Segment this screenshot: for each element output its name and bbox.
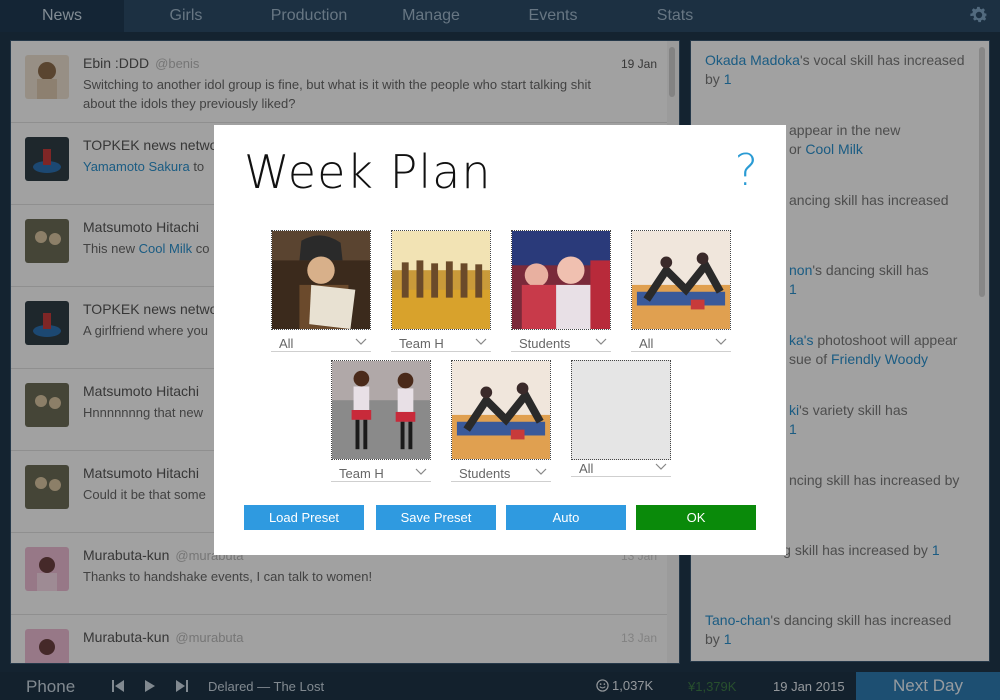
- slot-select[interactable]: All: [571, 461, 671, 477]
- slot-value: Students: [459, 466, 511, 481]
- schedule-slot[interactable]: Team H: [391, 230, 491, 352]
- dance-floor-image[interactable]: [631, 230, 731, 330]
- slot-select[interactable]: Team H: [391, 336, 491, 352]
- slot-select[interactable]: Students: [511, 336, 611, 352]
- load-preset-button[interactable]: Load Preset: [244, 505, 364, 530]
- auto-button[interactable]: Auto: [506, 505, 626, 530]
- dialog-title: Week Plan: [244, 145, 492, 199]
- slot-select[interactable]: All: [631, 336, 731, 352]
- dance-studio-image[interactable]: [391, 230, 491, 330]
- chevron-down-icon: [715, 338, 727, 345]
- slot-value: Team H: [399, 336, 444, 351]
- chevron-down-icon: [595, 338, 607, 345]
- schedule-slot[interactable]: Team H: [331, 360, 431, 482]
- help-icon[interactable]: ?: [735, 145, 758, 196]
- schedule-slot[interactable]: Students: [451, 360, 551, 482]
- schedule-slot[interactable]: All: [571, 360, 671, 477]
- slot-value: All: [279, 336, 294, 351]
- chevron-down-icon: [415, 468, 427, 475]
- empty-slot-image[interactable]: [571, 360, 671, 460]
- reading-girl-image[interactable]: [271, 230, 371, 330]
- chevron-down-icon: [655, 463, 667, 470]
- chevron-down-icon: [535, 468, 547, 475]
- chevron-down-icon: [475, 338, 487, 345]
- save-preset-button[interactable]: Save Preset: [376, 505, 496, 530]
- ok-button[interactable]: OK: [636, 505, 756, 530]
- slot-select[interactable]: Students: [451, 466, 551, 482]
- schedule-slot[interactable]: All: [631, 230, 731, 352]
- slot-value: All: [639, 336, 654, 351]
- dance-floor-image[interactable]: [451, 360, 551, 460]
- slot-value: All: [579, 461, 594, 476]
- week-plan-dialog: Week Plan ? All Team H Students All Team…: [214, 125, 786, 555]
- chevron-down-icon: [355, 338, 367, 345]
- schedule-slot[interactable]: Students: [511, 230, 611, 352]
- slot-select[interactable]: All: [271, 336, 371, 352]
- crowd-stage-image[interactable]: [511, 230, 611, 330]
- slot-value: Students: [519, 336, 571, 351]
- slot-value: Team H: [339, 466, 384, 481]
- schedule-slot[interactable]: All: [271, 230, 371, 352]
- street-idols-image[interactable]: [331, 360, 431, 460]
- slot-select[interactable]: Team H: [331, 466, 431, 482]
